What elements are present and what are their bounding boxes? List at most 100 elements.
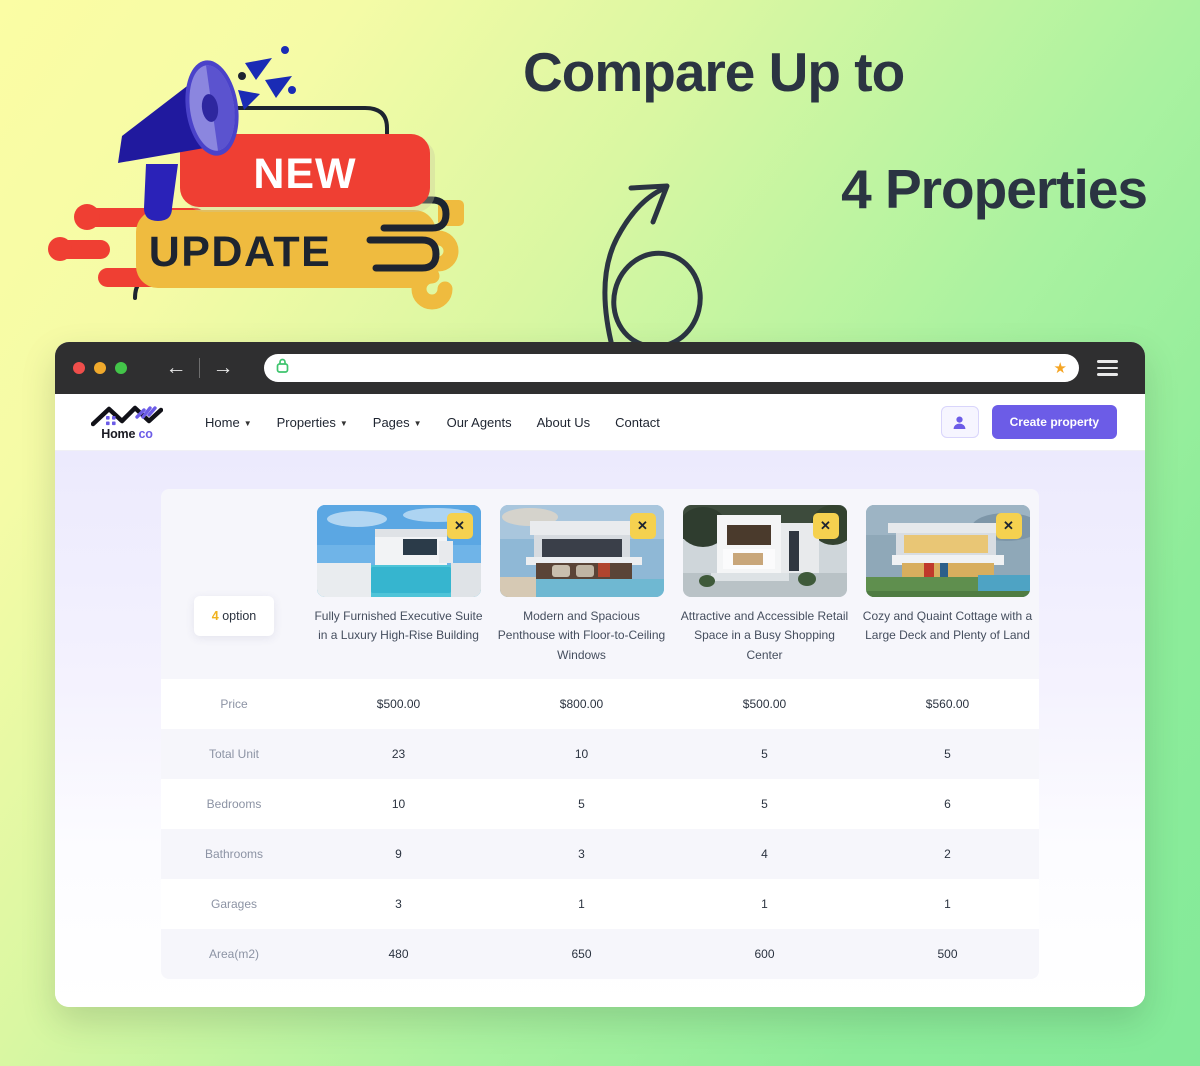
new-update-badge-art: UPDATE NEW [40,28,540,318]
table-row: Price $500.00 $800.00 $500.00 $560.00 [161,679,1039,730]
minimize-window-dot[interactable] [94,362,106,374]
row-value: 5 [944,747,951,762]
create-property-button[interactable]: Create property [991,405,1117,439]
menu-label: Pages [372,414,410,430]
bookmark-star-icon[interactable]: ★ [1054,359,1067,377]
browser-nav-buttons: ← → [159,353,240,383]
row-label: Bedrooms [206,797,262,812]
remove-property-3-button[interactable]: ✕ [812,513,839,539]
row-value: 4 [761,847,768,862]
row-value: 480 [388,947,409,962]
user-account-button[interactable] [940,406,979,438]
row-value: 9 [395,847,402,862]
row-label: Price [220,697,248,712]
remove-property-2-button[interactable]: ✕ [629,513,656,539]
row-value: 1 [578,897,585,912]
badge-update-text: UPDATE [149,228,332,276]
browser-window: ← → ★ Home co Home ▼ Properties ▼ Pages … [55,342,1145,1007]
lock-icon [276,358,289,378]
badge-new-text: NEW [253,150,356,198]
menu-item-about-us[interactable]: About Us [537,415,590,430]
row-value: $800.00 [559,697,604,712]
table-row: Total Unit 23 10 5 5 [161,729,1039,780]
row-value: $500.00 [376,697,421,712]
maximize-window-dot[interactable] [115,362,127,374]
site-navbar: Home co Home ▼ Properties ▼ Pages ▼ Our … [55,394,1145,451]
menu-item-our-agents[interactable]: Our Agents [447,415,512,430]
property-column-2: ✕ Modern and Spacious Penthouse with Flo… [490,505,673,665]
window-controls[interactable] [67,362,127,374]
chevron-down-icon: ▼ [339,418,348,428]
menu-item-home[interactable]: Home ▼ [205,415,252,430]
row-value: 3 [395,897,402,912]
home-roof-logo-icon [91,405,163,426]
browser-toolbar: ← → ★ [55,342,1145,394]
property-image-3[interactable]: ✕ [682,505,847,597]
row-label: Area(m2) [208,947,259,962]
address-input[interactable] [297,361,1046,375]
row-value: 5 [578,797,585,812]
property-column-4: ✕ Cozy and Quaint Cottage with a Large D… [856,505,1039,665]
menu-label: Home [205,414,240,430]
forward-icon[interactable]: → [206,353,240,383]
row-value: 3 [578,847,585,862]
table-row: Area(m2) 480 650 600 500 [161,929,1039,980]
close-window-dot[interactable] [73,362,85,374]
comparison-table: 4 option ✕ Fully Furnished Executive Sui… [161,489,1039,980]
row-label: Total Unit [208,747,260,762]
menu-label: About Us [536,414,591,430]
row-value: 10 [391,797,406,812]
option-count-cell: 4 option [161,505,307,665]
table-row: Bedrooms 10 5 5 6 [161,779,1039,830]
address-bar[interactable]: ★ [264,354,1079,382]
property-title-3: Attractive and Accessible Retail Space i… [680,609,849,662]
row-label: Bathrooms [204,847,264,862]
remove-property-4-button[interactable]: ✕ [995,513,1022,539]
curly-arrow-icon [565,160,715,353]
property-column-3: ✕ Attractive and Accessible Retail Space… [673,505,856,665]
row-value: $500.00 [742,697,787,712]
row-value: 650 [571,947,592,962]
property-image-2[interactable]: ✕ [499,505,664,597]
table-row: Bathrooms 9 3 4 2 [161,829,1039,880]
logo-wordmark: Home co [101,426,153,441]
menu-label: Our Agents [446,414,512,430]
property-image-4[interactable]: ✕ [865,505,1030,597]
property-title-4: Cozy and Quaint Cottage with a Large Dec… [862,609,1033,643]
option-count-badge: 4 option [193,596,275,637]
menu-item-pages[interactable]: Pages ▼ [373,415,422,430]
menu-label: Properties [276,414,336,430]
menu-item-properties[interactable]: Properties ▼ [277,415,348,430]
row-value: 6 [944,797,951,812]
option-count-number: 4 [211,609,219,624]
navbar-actions: Create property [940,405,1117,439]
headline-line-1: Compare Up to [523,41,905,103]
logo-text-accent: co [138,426,153,441]
menu-label: Contact [615,414,660,430]
row-value: 2 [944,847,951,862]
property-image-1[interactable]: ✕ [316,505,481,597]
row-value: 1 [761,897,768,912]
chevron-down-icon: ▼ [413,418,422,428]
property-title-2: Modern and Spacious Penthouse with Floor… [497,609,666,662]
row-label: Garages [210,897,258,912]
back-icon[interactable]: ← [159,353,193,383]
logo-text-main: Home [101,426,136,441]
menu-item-contact[interactable]: Contact [615,415,660,430]
row-value: 500 [937,947,958,962]
row-value: $560.00 [925,697,970,712]
row-value: 10 [574,747,589,762]
chevron-down-icon: ▼ [243,418,252,428]
page-content: 4 option ✕ Fully Furnished Executive Sui… [55,451,1145,1007]
comparison-header-row: 4 option ✕ Fully Furnished Executive Sui… [161,489,1039,680]
remove-property-1-button[interactable]: ✕ [446,513,473,539]
option-count-label: option [222,609,257,624]
property-title-1: Fully Furnished Executive Suite in a Lux… [314,609,483,643]
promo-banner: UPDATE NEW Compare Up to 4 Properties [0,0,1200,353]
toolbar-divider [199,358,200,378]
site-logo[interactable]: Home co [89,404,165,441]
main-menu: Home ▼ Properties ▼ Pages ▼ Our Agents A… [205,415,660,430]
hamburger-icon[interactable] [1097,353,1131,383]
row-value: 5 [761,747,768,762]
row-value: 1 [944,897,951,912]
